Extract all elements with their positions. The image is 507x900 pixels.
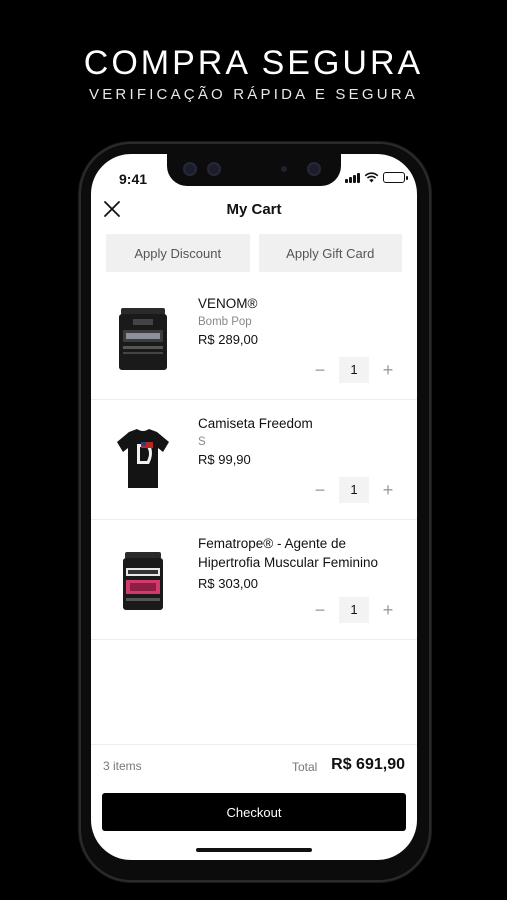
- item-variant: S: [198, 436, 206, 448]
- sensor-icon: [183, 162, 197, 176]
- quantity-value[interactable]: 1: [339, 357, 369, 383]
- cart-item[interactable]: Camiseta Freedom S R$ 99,90 − 1 +: [91, 400, 417, 520]
- product-image-venom[interactable]: [113, 302, 173, 376]
- cart-item[interactable]: Fematrope® - Agente de Hipertrofia Muscu…: [91, 520, 417, 640]
- phone-screen: 9:41 My Cart Apply Discount Apply Gift C…: [91, 154, 417, 860]
- item-name[interactable]: VENOM®: [198, 294, 408, 313]
- quantity-value[interactable]: 1: [339, 597, 369, 623]
- item-variant: Bomb Pop: [198, 316, 252, 328]
- cart-item[interactable]: VENOM® Bomb Pop R$ 289,00 − 1 +: [91, 280, 417, 400]
- item-count: 3 items: [103, 759, 142, 773]
- cart-item-info: VENOM® Bomb Pop R$ 289,00: [198, 294, 408, 347]
- increase-quantity-button[interactable]: +: [375, 358, 401, 382]
- sensor-icon: [281, 166, 287, 172]
- promo-headline: COMPRA SEGURA: [83, 44, 424, 82]
- total-value: R$ 691,90: [331, 756, 405, 773]
- cart-item-info: Camiseta Freedom S R$ 99,90: [198, 414, 408, 467]
- item-price: R$ 289,00: [198, 332, 258, 347]
- quantity-stepper: − 1 +: [307, 597, 401, 623]
- item-price: R$ 303,00: [198, 576, 258, 591]
- status-time: 9:41: [119, 171, 148, 187]
- cart-item-info: Fematrope® - Agente de Hipertrofia Muscu…: [198, 534, 408, 591]
- increase-quantity-button[interactable]: +: [375, 598, 401, 622]
- item-name[interactable]: Camiseta Freedom: [198, 414, 408, 433]
- quantity-stepper: − 1 +: [307, 477, 401, 503]
- apply-gift-card-button[interactable]: Apply Gift Card: [258, 234, 402, 272]
- apply-discount-button[interactable]: Apply Discount: [106, 234, 250, 272]
- status-icons: [345, 172, 408, 183]
- nav-bar: My Cart: [91, 196, 417, 224]
- quantity-stepper: − 1 +: [307, 357, 401, 383]
- cart-actions: Apply Discount Apply Gift Card: [106, 234, 402, 272]
- cart-item-list: VENOM® Bomb Pop R$ 289,00 − 1 + Camiseta…: [91, 280, 417, 640]
- decrease-quantity-button[interactable]: −: [307, 478, 333, 502]
- battery-icon: [383, 172, 408, 183]
- increase-quantity-button[interactable]: +: [375, 478, 401, 502]
- promo-subline: VERIFICAÇÃO RÁPIDA E SEGURA: [89, 86, 418, 103]
- item-price: R$ 99,90: [198, 452, 251, 467]
- quantity-value[interactable]: 1: [339, 477, 369, 503]
- page-title: My Cart: [226, 201, 282, 218]
- checkout-button[interactable]: Checkout: [102, 793, 406, 831]
- camera-icon: [307, 162, 321, 176]
- item-name[interactable]: Fematrope® - Agente de Hipertrofia Muscu…: [198, 534, 408, 572]
- home-indicator[interactable]: [196, 848, 312, 852]
- product-image-tshirt[interactable]: [113, 422, 173, 496]
- phone-notch: [167, 154, 341, 186]
- decrease-quantity-button[interactable]: −: [307, 598, 333, 622]
- wifi-icon: [364, 172, 379, 183]
- cart-footer: 3 items Total R$ 691,90 Checkout: [91, 744, 417, 860]
- signal-icon: [345, 172, 360, 183]
- total-label: Total: [292, 760, 318, 774]
- decrease-quantity-button[interactable]: −: [307, 358, 333, 382]
- sensor-icon: [207, 162, 221, 176]
- product-image-fematrope[interactable]: [113, 542, 173, 616]
